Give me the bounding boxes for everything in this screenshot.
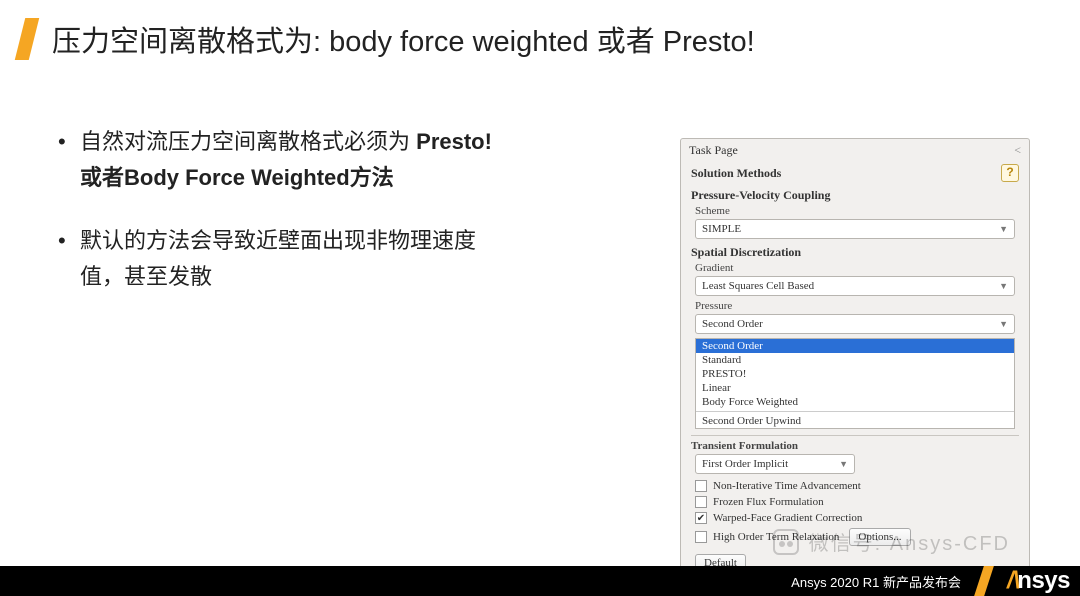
high-order-check[interactable]: High Order Term Relaxation Options...: [681, 526, 1029, 548]
pressure-label: Pressure: [681, 300, 1029, 314]
task-page-label: Task Page: [689, 143, 738, 158]
check-label: Frozen Flux Formulation: [713, 496, 824, 508]
bullet-text-pre: 自然对流压力空间离散格式必须为: [80, 129, 410, 154]
checkbox-icon[interactable]: [695, 480, 707, 492]
pressure-option[interactable]: Second Order Upwind: [696, 411, 1014, 428]
bullet-item: 默认的方法会导致近壁面出现非物理速度值，甚至发散: [58, 223, 508, 296]
dropdown-arrow-icon: ▼: [999, 224, 1008, 234]
slide-title: 压力空间离散格式为: body force weighted 或者 Presto…: [52, 18, 755, 60]
sd-group-label: Spatial Discretization: [681, 243, 1029, 262]
pressure-option[interactable]: Linear: [696, 381, 1014, 395]
transient-dropdown[interactable]: First Order Implicit ▼: [695, 454, 855, 474]
bullet-item: 自然对流压力空间离散格式必须为 Presto!或者Body Force Weig…: [58, 124, 508, 197]
footer-text: Ansys 2020 R1 新产品发布会: [791, 572, 961, 591]
pvc-group-label: Pressure-Velocity Coupling: [681, 186, 1029, 205]
slide-root: 压力空间离散格式为: body force weighted 或者 Presto…: [0, 0, 1080, 596]
gradient-label: Gradient: [681, 262, 1029, 276]
checkbox-icon[interactable]: [695, 496, 707, 508]
dropdown-arrow-icon: ▼: [999, 319, 1008, 329]
pressure-option[interactable]: Standard: [696, 353, 1014, 367]
divider: [691, 435, 1019, 436]
footer-accent: [974, 566, 994, 596]
pressure-option[interactable]: Body Force Weighted: [696, 395, 1014, 409]
transient-value: First Order Implicit: [702, 458, 788, 470]
options-button[interactable]: Options...: [849, 528, 910, 546]
pressure-value: Second Order: [702, 318, 763, 330]
pressure-dropdown-list[interactable]: Second Order Standard PRESTO! Linear Bod…: [695, 338, 1015, 429]
check-label: Non-Iterative Time Advancement: [713, 480, 861, 492]
dropdown-arrow-icon: ▼: [839, 459, 848, 469]
check-label: High Order Term Relaxation: [713, 531, 839, 543]
gradient-value: Least Squares Cell Based: [702, 280, 814, 292]
pressure-option[interactable]: Second Order: [696, 339, 1014, 353]
frozen-flux-check[interactable]: Frozen Flux Formulation: [681, 494, 1029, 510]
scheme-value: SIMPLE: [702, 223, 741, 235]
task-page-panel: Task Page < Solution Methods ? Pressure-…: [680, 138, 1030, 583]
scheme-dropdown[interactable]: SIMPLE ▼: [695, 219, 1015, 239]
dropdown-arrow-icon: ▼: [999, 281, 1008, 291]
non-iterative-check[interactable]: Non-Iterative Time Advancement: [681, 478, 1029, 494]
warped-face-check[interactable]: ✔ Warped-Face Gradient Correction: [681, 510, 1029, 526]
scheme-label: Scheme: [681, 205, 1029, 219]
logo-text: nsys: [1017, 567, 1070, 595]
checkbox-icon[interactable]: ✔: [695, 512, 707, 524]
bullet-list: 自然对流压力空间离散格式必须为 Presto!或者Body Force Weig…: [58, 124, 508, 321]
gradient-dropdown[interactable]: Least Squares Cell Based ▼: [695, 276, 1015, 296]
collapse-icon[interactable]: <: [1014, 143, 1021, 158]
solution-methods-label: Solution Methods: [691, 166, 781, 181]
bullet-text-pre: 默认的方法会导致近壁面出现非物理速度值，甚至发散: [80, 228, 476, 289]
solution-methods-title: Solution Methods ?: [681, 162, 1029, 186]
transient-label: Transient Formulation: [681, 440, 1029, 454]
help-button[interactable]: ?: [1001, 164, 1019, 182]
pressure-dropdown[interactable]: Second Order ▼: [695, 314, 1015, 334]
checkbox-icon[interactable]: [695, 531, 707, 543]
task-page-header: Task Page <: [681, 139, 1029, 162]
check-label: Warped-Face Gradient Correction: [713, 512, 862, 524]
ansys-logo: /\nsys: [1007, 567, 1070, 595]
title-accent: [15, 18, 39, 60]
pressure-option[interactable]: PRESTO!: [696, 367, 1014, 381]
footer: Ansys 2020 R1 新产品发布会 /\nsys: [0, 566, 1080, 596]
